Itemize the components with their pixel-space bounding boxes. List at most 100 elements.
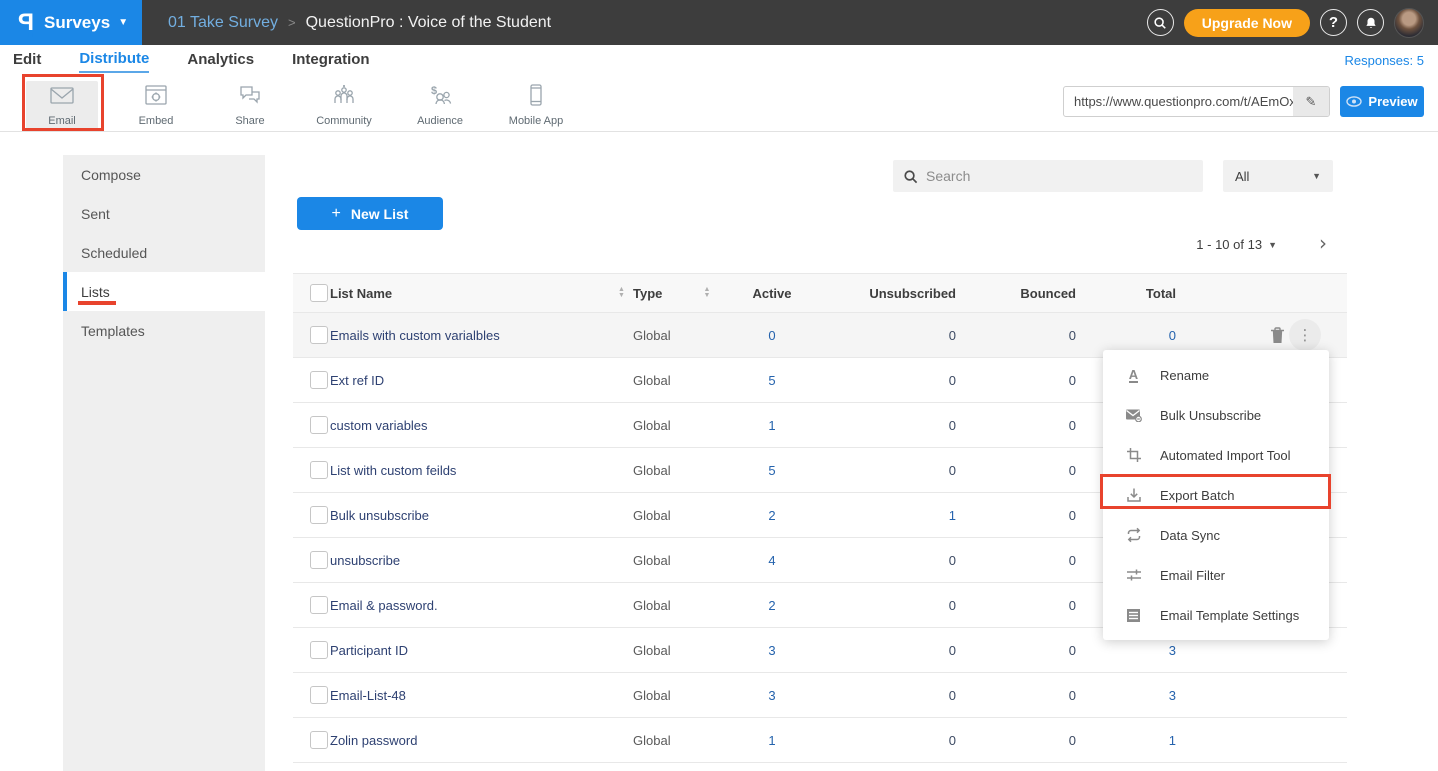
survey-url-field[interactable]: https://www.questionpro.com/t/AEmOxz ✎ bbox=[1063, 86, 1330, 117]
user-avatar[interactable] bbox=[1394, 8, 1424, 38]
bulk-unsubscribe-icon bbox=[1125, 408, 1142, 422]
list-name-link[interactable]: Ext ref ID bbox=[330, 373, 610, 388]
active-count[interactable]: 5 bbox=[717, 463, 827, 478]
column-total[interactable]: Total bbox=[1121, 286, 1221, 301]
upgrade-now-button[interactable]: Upgrade Now bbox=[1184, 9, 1310, 37]
total-count: 3 bbox=[1121, 688, 1221, 703]
active-count[interactable]: 1 bbox=[717, 418, 827, 433]
list-name-link[interactable]: Bulk unsubscribe bbox=[330, 508, 610, 523]
row-checkbox[interactable] bbox=[310, 641, 328, 659]
unsubscribed-count: 0 bbox=[827, 598, 1001, 613]
menu-item-email-template-settings[interactable]: Email Template Settings bbox=[1103, 595, 1329, 635]
unsubscribed-count: 1 bbox=[827, 508, 1001, 523]
chevron-down-icon: ▼ bbox=[1312, 171, 1321, 181]
survey-url-text[interactable]: https://www.questionpro.com/t/AEmOxz bbox=[1064, 87, 1293, 116]
list-name-link[interactable]: Email & password. bbox=[330, 598, 610, 613]
list-filter-dropdown[interactable]: All ▼ bbox=[1223, 160, 1333, 192]
menu-item-automated-import-tool[interactable]: Automated Import Tool bbox=[1103, 435, 1329, 475]
menu-item-bulk-unsubscribe[interactable]: Bulk Unsubscribe bbox=[1103, 395, 1329, 435]
sort-list-name-icon[interactable]: ▲▼ bbox=[610, 287, 633, 299]
unsubscribed-count: 0 bbox=[827, 373, 1001, 388]
active-count[interactable]: 3 bbox=[717, 643, 827, 658]
row-checkbox[interactable] bbox=[310, 326, 328, 344]
toolbar-item-email[interactable]: Email bbox=[26, 81, 98, 129]
survey-nav-bar: Edit Distribute Analytics Integration Re… bbox=[0, 45, 1438, 77]
select-all-checkbox[interactable] bbox=[310, 284, 328, 302]
table-row[interactable]: Email-List-48 Global 3 0 0 3 bbox=[293, 673, 1347, 718]
active-count[interactable]: 2 bbox=[717, 508, 827, 523]
table-row[interactable]: Zolin password Global 1 0 0 1 bbox=[293, 718, 1347, 763]
row-checkbox[interactable] bbox=[310, 416, 328, 434]
toolbar-item-embed[interactable]: Embed bbox=[120, 81, 192, 129]
active-count[interactable]: 5 bbox=[717, 373, 827, 388]
next-page-chevron-icon[interactable]: › bbox=[1319, 231, 1327, 255]
row-checkbox[interactable] bbox=[310, 596, 328, 614]
tab-analytics[interactable]: Analytics bbox=[187, 51, 254, 72]
help-icon[interactable]: ? bbox=[1320, 9, 1347, 36]
list-name-link[interactable]: Participant ID bbox=[330, 643, 610, 658]
list-name-link[interactable]: List with custom feilds bbox=[330, 463, 610, 478]
sidebar-item-scheduled[interactable]: Scheduled bbox=[63, 233, 265, 272]
list-name-link[interactable]: custom variables bbox=[330, 418, 610, 433]
sidebar-item-sent[interactable]: Sent bbox=[63, 194, 265, 233]
pagination-dropdown[interactable]: 1 - 10 of 13 ▼ bbox=[1196, 237, 1277, 252]
list-name-link[interactable]: Zolin password bbox=[330, 733, 610, 748]
active-count[interactable]: 4 bbox=[717, 553, 827, 568]
menu-item-data-sync[interactable]: Data Sync bbox=[1103, 515, 1329, 555]
column-list-name[interactable]: List Name bbox=[330, 286, 610, 301]
list-name-link[interactable]: unsubscribe bbox=[330, 553, 610, 568]
chevron-down-icon: ▼ bbox=[1268, 240, 1277, 250]
product-name: Surveys bbox=[44, 13, 110, 33]
tab-integration[interactable]: Integration bbox=[292, 51, 370, 72]
export-batch-icon bbox=[1125, 487, 1142, 503]
search-icon[interactable] bbox=[1147, 9, 1174, 36]
row-checkbox[interactable] bbox=[310, 731, 328, 749]
toolbar-item-community[interactable]: Community bbox=[308, 81, 380, 129]
row-checkbox[interactable] bbox=[310, 551, 328, 569]
plus-icon: + bbox=[332, 205, 341, 223]
sidebar-item-templates[interactable]: Templates bbox=[63, 311, 265, 350]
active-count[interactable]: 1 bbox=[717, 733, 827, 748]
responses-count[interactable]: Responses: 5 bbox=[1345, 53, 1425, 68]
list-name-link[interactable]: Email-List-48 bbox=[330, 688, 610, 703]
rename-icon: A bbox=[1125, 368, 1142, 383]
breadcrumb-page-title: QuestionPro : Voice of the Student bbox=[306, 14, 552, 32]
column-type[interactable]: Type bbox=[633, 286, 697, 301]
list-type: Global bbox=[633, 733, 697, 748]
row-checkbox[interactable] bbox=[310, 461, 328, 479]
list-name-link[interactable]: Emails with custom varialbles bbox=[330, 328, 610, 343]
row-menu-kebab-icon[interactable]: ⋮ bbox=[1289, 319, 1321, 351]
row-checkbox[interactable] bbox=[310, 686, 328, 704]
toolbar-item-mobile-app[interactable]: Mobile App bbox=[500, 81, 572, 129]
row-checkbox[interactable] bbox=[310, 506, 328, 524]
menu-item-export-batch[interactable]: Export Batch bbox=[1103, 475, 1329, 515]
column-active[interactable]: Active bbox=[717, 286, 827, 301]
edit-url-pencil-icon[interactable]: ✎ bbox=[1293, 87, 1329, 116]
column-bounced[interactable]: Bounced bbox=[1001, 286, 1121, 301]
column-unsubscribed[interactable]: Unsubscribed bbox=[827, 286, 1001, 301]
delete-list-icon[interactable] bbox=[1270, 327, 1285, 344]
chevron-down-icon: ▼ bbox=[118, 17, 128, 28]
sort-type-icon[interactable]: ▲▼ bbox=[697, 287, 717, 299]
toolbar-item-share[interactable]: Share bbox=[214, 81, 286, 129]
sidebar-item-lists[interactable]: Lists bbox=[63, 272, 265, 311]
list-search-input[interactable]: Search bbox=[893, 160, 1203, 192]
unsubscribed-count: 0 bbox=[827, 553, 1001, 568]
active-count[interactable]: 2 bbox=[717, 598, 827, 613]
menu-item-email-filter[interactable]: Email Filter bbox=[1103, 555, 1329, 595]
active-count[interactable]: 3 bbox=[717, 688, 827, 703]
menu-item-rename[interactable]: A Rename bbox=[1103, 355, 1329, 395]
tab-distribute[interactable]: Distribute bbox=[79, 50, 149, 73]
tab-edit[interactable]: Edit bbox=[13, 51, 41, 72]
unsubscribed-count: 0 bbox=[827, 643, 1001, 658]
surveys-product-menu[interactable]: P Surveys ▼ bbox=[0, 0, 142, 45]
active-count[interactable]: 0 bbox=[717, 328, 827, 343]
search-icon bbox=[903, 169, 918, 184]
toolbar-item-audience[interactable]: $ Audience bbox=[404, 81, 476, 129]
sidebar-item-compose[interactable]: Compose bbox=[63, 155, 265, 194]
row-checkbox[interactable] bbox=[310, 371, 328, 389]
notifications-bell-icon[interactable] bbox=[1357, 9, 1384, 36]
breadcrumb-survey-link[interactable]: 01 Take Survey bbox=[168, 14, 278, 32]
new-list-button[interactable]: + New List bbox=[297, 197, 443, 230]
preview-button[interactable]: Preview bbox=[1340, 86, 1424, 117]
